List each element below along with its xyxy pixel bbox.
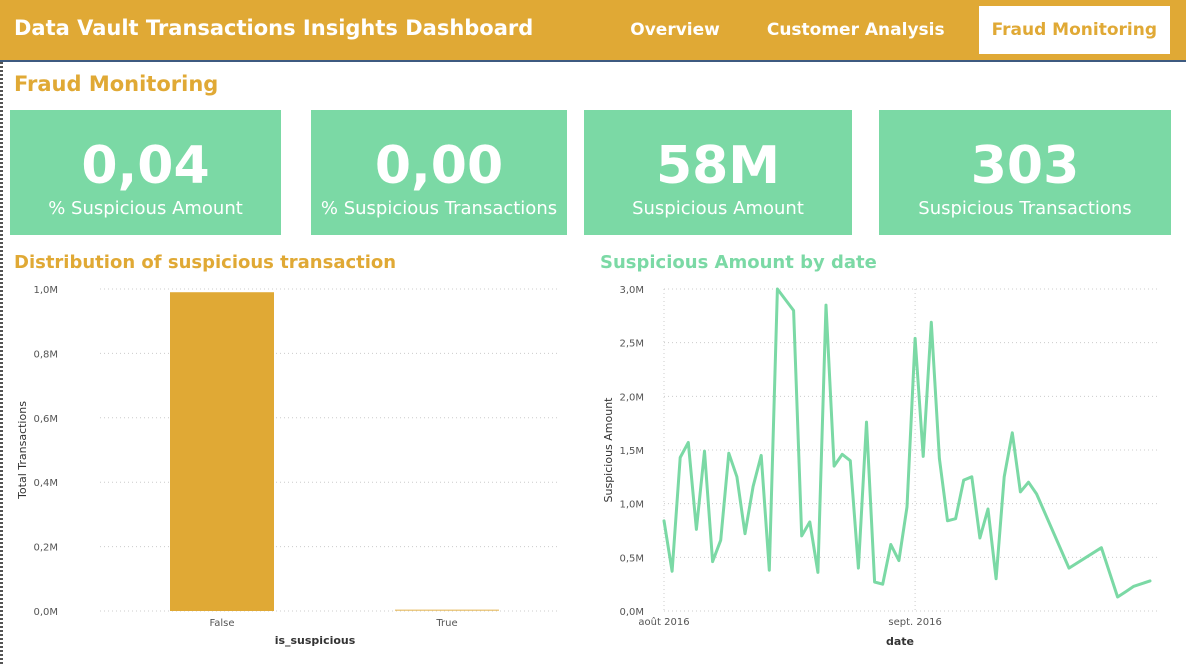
tab-fraud-monitoring[interactable]: Fraud Monitoring (978, 6, 1170, 54)
kpi-value: 0,04 (81, 136, 210, 196)
x-axis-label: date (886, 635, 914, 648)
kpi-card-suspicious-transactions[interactable]: 303 Suspicious Transactions (879, 110, 1171, 235)
dashboard: Data Vault Transactions Insights Dashboa… (0, 0, 1186, 664)
y-tick-label: 0,6M (33, 414, 58, 425)
y-tick-label: 0,2M (33, 543, 58, 554)
app-title: Data Vault Transactions Insights Dashboa… (14, 16, 534, 40)
bar (395, 609, 499, 611)
bar-chart-title: Distribution of suspicious transaction (14, 252, 397, 273)
y-tick-label: 0,8M (33, 349, 58, 360)
line-chart[interactable]: 0,0M0,5M1,0M1,5M2,0M2,5M3,0Maoût 2016 sep… (590, 278, 1186, 658)
kpi-card-suspicious-amount[interactable]: 58M Suspicious Amount (584, 110, 852, 235)
x-tick-label: sept. 2016 (888, 617, 941, 628)
y-axis-label: Suspicious Amount (602, 397, 615, 503)
kpi-card-pct-suspicious-amount[interactable]: 0,04 % Suspicious Amount (10, 110, 281, 235)
y-axis-label: Total Transactions (16, 401, 29, 500)
tab-customer-analysis[interactable]: Customer Analysis (754, 6, 958, 54)
y-tick-label: 2,5M (619, 339, 644, 350)
y-tick-label: 0,5M (619, 553, 644, 564)
x-tick-label: False (209, 618, 234, 629)
kpi-label: Suspicious Amount (632, 198, 804, 219)
kpi-value: 58M (655, 136, 781, 196)
kpi-label: % Suspicious Amount (48, 198, 243, 219)
y-tick-label: 2,0M (619, 392, 644, 403)
kpi-value: 0,00 (374, 136, 504, 196)
y-tick-label: 0,0M (33, 607, 58, 618)
y-tick-label: 1,0M (619, 500, 644, 511)
kpi-card-pct-suspicious-transactions[interactable]: 0,00 % Suspicious Transactions (311, 110, 567, 235)
y-tick-label: 1,0M (33, 285, 58, 296)
x-tick-label: True (435, 618, 457, 629)
bar-chart[interactable]: 0,0M 0,2M 0,4M 0,6M 0,8M 1,0M False True is_susp… (0, 278, 580, 658)
y-tick-label: 1,5M (619, 446, 644, 457)
x-tick-label: août 2016 (638, 616, 689, 628)
tab-overview[interactable]: Overview (617, 6, 733, 54)
header-bar: Data Vault Transactions Insights Dashboa… (0, 0, 1186, 62)
line-chart-title: Suspicious Amount by date (600, 252, 877, 273)
y-tick-label: 0,4M (33, 478, 58, 489)
kpi-label: Suspicious Transactions (918, 198, 1132, 219)
x-axis-label: is_suspicious (275, 634, 356, 647)
kpi-label: % Suspicious Transactions (320, 198, 558, 219)
bar (170, 292, 274, 611)
y-tick-label: 3,0M (619, 285, 644, 296)
nav-tabs: Overview Customer Analysis Fraud Monitor… (596, 6, 1170, 54)
page-title: Fraud Monitoring (14, 72, 219, 96)
kpi-value: 303 (970, 136, 1080, 196)
series-line (662, 287, 1152, 599)
